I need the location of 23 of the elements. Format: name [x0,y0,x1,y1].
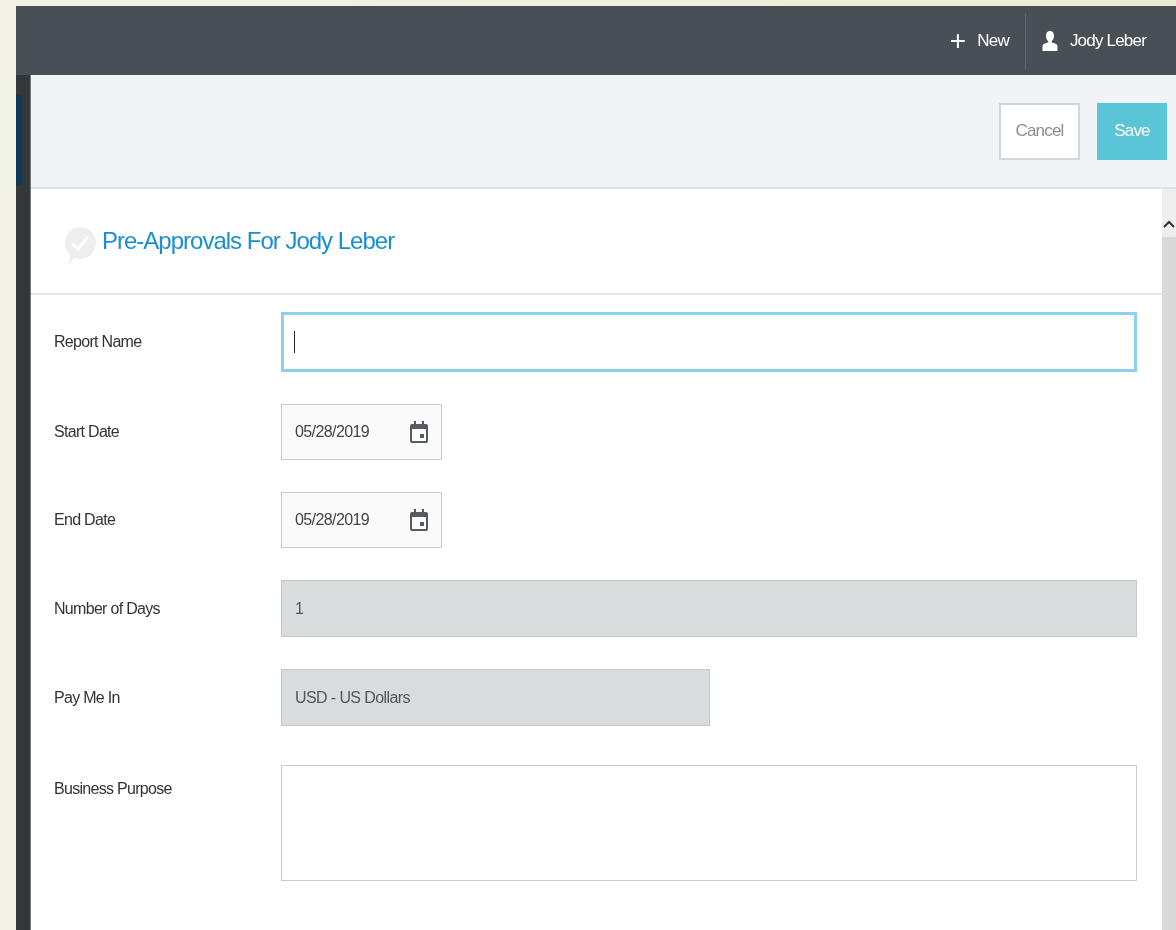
scrollbar[interactable] [1162,189,1176,930]
readonly-field: 1 [281,580,1137,637]
field-label: Start Date [54,423,121,441]
field-label: Number of Days [54,599,161,618]
user-menu-button[interactable]: Jody Leber [1025,29,1162,52]
readonly-field: USD - US Dollars [281,669,710,726]
field-label: Pay Me In [54,688,121,707]
date-value: 05/28/2019 [295,511,370,529]
field-label: Business Purpose [54,779,173,798]
business-purpose-field[interactable] [281,765,1137,881]
calendar-icon[interactable] [410,421,428,443]
report-name-field[interactable] [281,312,1137,372]
field-label: End Date [54,511,117,529]
calendar-icon[interactable] [410,509,428,531]
page-title: Pre-Approvals For Jody Leber [102,227,395,255]
scroll-up-icon[interactable] [1163,219,1175,229]
text-cursor [294,331,295,353]
date-field[interactable]: 05/28/2019 [281,492,442,548]
date-value: 05/28/2019 [295,423,370,441]
date-field[interactable]: 05/28/2019 [281,404,442,460]
field-label: Report Name [54,333,143,351]
new-button[interactable]: + New [933,26,1025,55]
user-icon [1041,29,1058,52]
